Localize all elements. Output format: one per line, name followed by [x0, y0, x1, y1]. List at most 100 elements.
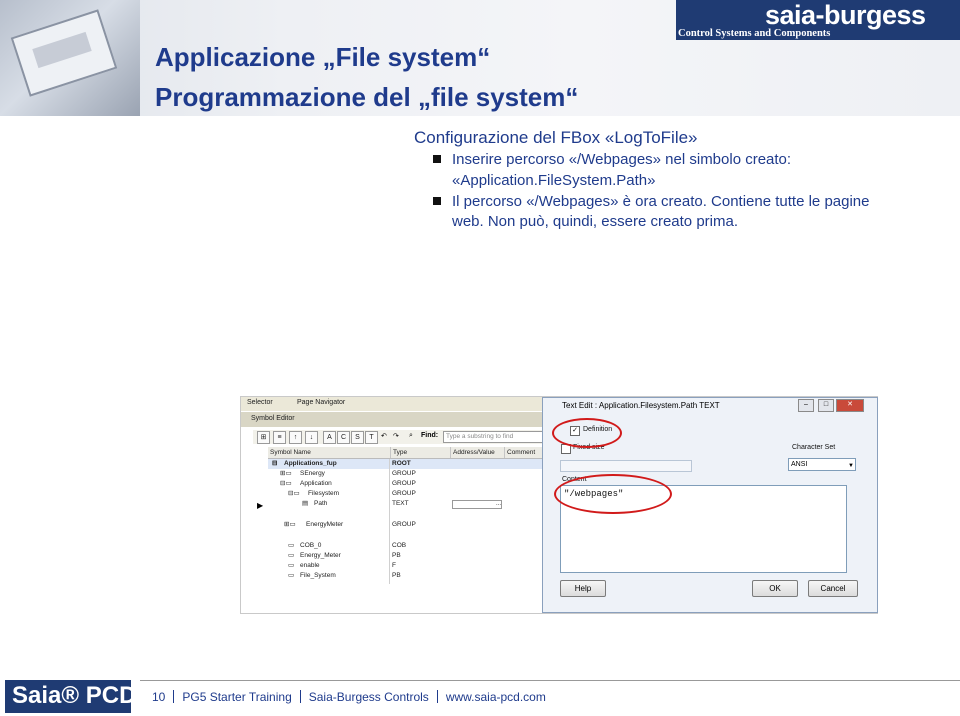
symbol-table: ⊟ Applications_fup ROOT ⊞▭ SEnergy GROUP… — [268, 459, 543, 609]
highlight-content-circle — [554, 474, 672, 514]
maximize-button[interactable]: □ — [818, 399, 834, 412]
folder-icon: ⊟▭ — [280, 480, 292, 487]
symbol-table-header: Symbol Name Type Address/Value Comment — [268, 447, 543, 459]
footer-separator — [299, 690, 301, 703]
bullet1-text-cont: «Application.FileSystem.Path» — [452, 172, 656, 189]
section-title: Configurazione del FBox «LogToFile» — [414, 128, 698, 147]
table-row[interactable]: ▭ enable F — [268, 561, 543, 571]
symbol-editor-title: Symbol Editor — [251, 415, 295, 422]
symbol-type: GROUP — [392, 480, 416, 487]
footer-separator — [173, 690, 175, 703]
ok-button[interactable]: OK — [752, 580, 798, 597]
search-icon: ⌕ — [409, 432, 413, 439]
slide-title: Applicazione „File system“ — [155, 42, 491, 72]
help-button[interactable]: Help — [560, 580, 606, 597]
cancel-button[interactable]: Cancel — [808, 580, 858, 597]
symbol-name: Path — [314, 500, 328, 507]
footer-text: 10 PG5 Starter Training Saia-Burgess Contr… — [152, 690, 546, 704]
symbol-editor-toolbar: ⊞ ≡ ↑ ↓ A C S T ↶ ↷ ⌕ Find: Type a subst… — [253, 430, 543, 444]
brand-logo: saia-burgess — [765, 0, 926, 30]
col-address-value[interactable]: Address/Value — [450, 447, 503, 458]
symbol-name: Application — [300, 480, 332, 487]
table-row[interactable]: ⊟▭ Filesystem GROUP — [268, 489, 543, 499]
tab-selector[interactable]: Selector — [247, 399, 273, 406]
footer-separator — [436, 690, 438, 703]
table-row[interactable] — [268, 530, 543, 540]
symbol-name: EnergyMeter — [306, 521, 344, 528]
bullet-icon — [433, 155, 441, 163]
bullet-icon — [433, 197, 441, 205]
list-view-icon[interactable]: ≡ — [273, 431, 286, 444]
minimize-button[interactable]: – — [798, 399, 814, 412]
path-value-field[interactable]: ... — [452, 500, 502, 509]
folder-icon: ⊟▭ — [288, 490, 300, 497]
footer-course: PG5 Starter Training — [182, 690, 292, 704]
tree-toggle-icon[interactable]: ⊟ — [272, 459, 277, 469]
symbol-type: PB — [392, 552, 401, 559]
symbol-type: GROUP — [392, 490, 416, 497]
block-icon: ▭ — [288, 572, 295, 579]
chevron-down-icon: ▼ — [848, 463, 854, 469]
filter-s-button[interactable]: S — [351, 431, 364, 444]
footer-logo: Saia® PCD — [12, 682, 137, 709]
table-row[interactable]: ⊟▭ Application GROUP — [268, 479, 543, 489]
symbol-name: COB_0 — [300, 542, 322, 549]
filter-c-button[interactable]: C — [337, 431, 350, 444]
symbol-name: File_System — [300, 572, 336, 579]
redo-icon[interactable]: ↷ — [393, 432, 399, 440]
table-row[interactable]: ⊞▭ SEnergy GROUP — [268, 469, 543, 479]
col-type[interactable]: Type — [390, 447, 449, 458]
close-button[interactable]: ✕ — [836, 399, 864, 412]
table-row[interactable]: ▭ COB_0 COB — [268, 541, 543, 551]
symbol-type: F — [392, 562, 396, 569]
block-icon: ▭ — [288, 552, 295, 559]
symbol-editor-titlebar: Symbol Editor — [241, 412, 543, 427]
col-comment[interactable]: Comment — [504, 447, 543, 458]
fixed-size-input[interactable] — [560, 460, 692, 472]
filter-t-button[interactable]: T — [365, 431, 378, 444]
flag-icon: ▭ — [288, 562, 295, 569]
symbol-name: SEnergy — [300, 470, 325, 477]
footer-url[interactable]: www.saia-pcd.com — [446, 690, 546, 704]
charset-label: Character Set — [792, 444, 836, 451]
block-icon: ▭ — [288, 542, 295, 549]
charset-value: ANSI — [791, 461, 808, 468]
footer-divider — [140, 680, 960, 681]
symbol-type: GROUP — [392, 521, 416, 528]
arrow-up-icon[interactable]: ↑ — [289, 431, 302, 444]
charset-select[interactable]: ANSI ▼ — [788, 458, 856, 471]
current-row-arrow-icon: ▶ — [257, 501, 264, 510]
symbol-type: GROUP — [392, 470, 416, 477]
symbol-type: TEXT — [392, 500, 409, 507]
table-row[interactable]: ▭ File_System PB — [268, 571, 543, 581]
table-row[interactable]: ⊟ Applications_fup ROOT — [268, 459, 543, 469]
arrow-down-icon[interactable]: ↓ — [305, 431, 318, 444]
symbol-name: Applications_fup — [284, 460, 337, 467]
symbol-type: ROOT — [392, 460, 411, 467]
find-label: Find: — [421, 432, 439, 439]
find-input[interactable]: Type a substring to find — [443, 431, 543, 443]
folder-icon: ⊞▭ — [284, 521, 296, 528]
bullet1-text: Inserire percorso «/Webpages» nel simbol… — [452, 151, 792, 168]
symbol-name: Energy_Meter — [300, 552, 341, 559]
symbol-type: COB — [392, 542, 407, 549]
symbol-name: Filesystem — [308, 490, 340, 497]
table-row[interactable]: ⊞▭ EnergyMeter GROUP — [268, 520, 543, 530]
column-divider — [389, 459, 390, 584]
undo-icon[interactable]: ↶ — [381, 432, 387, 440]
page-number: 10 — [152, 690, 166, 704]
col-symbol-name[interactable]: Symbol Name — [268, 447, 388, 458]
text-symbol-icon: ▤ — [302, 500, 309, 507]
table-row[interactable] — [268, 509, 543, 519]
tree-view-icon[interactable]: ⊞ — [257, 431, 270, 444]
table-row[interactable]: ▤ Path TEXT ... — [268, 499, 543, 509]
folder-icon: ⊞▭ — [280, 470, 292, 477]
tab-page-navigator[interactable]: Page Navigator — [297, 399, 345, 406]
editor-tabs: Selector Page Navigator — [241, 397, 543, 411]
header-pcd-image — [0, 0, 140, 116]
filter-all-button[interactable]: A — [323, 431, 336, 444]
bullet2-text-cont: web. Non può, quindi, essere creato prim… — [452, 213, 738, 230]
table-row[interactable]: ▭ Energy_Meter PB — [268, 551, 543, 561]
symbol-name: enable — [300, 562, 320, 569]
symbol-type: PB — [392, 572, 401, 579]
